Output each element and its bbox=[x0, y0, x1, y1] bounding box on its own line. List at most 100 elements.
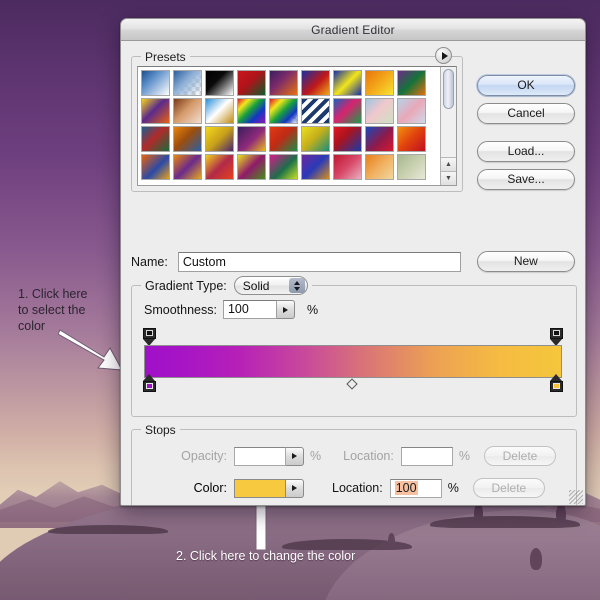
stops-group: Stops Opacity: % Location: % Delete bbox=[131, 429, 577, 506]
preset-swatch-copper[interactable] bbox=[173, 98, 202, 124]
name-row: Name: Custom New bbox=[131, 251, 577, 272]
preset-swatch-black-white[interactable] bbox=[205, 70, 234, 96]
tree-2 bbox=[474, 504, 483, 522]
name-label: Name: bbox=[131, 255, 168, 269]
preset-swatch-pastel-pink[interactable] bbox=[365, 98, 394, 124]
preset-swatch-orange-blue[interactable] bbox=[173, 126, 202, 152]
ok-button[interactable]: OK bbox=[477, 75, 575, 96]
opacity-stop-left[interactable] bbox=[143, 328, 156, 346]
scrollbar-track[interactable] bbox=[441, 67, 456, 157]
presets-legend: Presets bbox=[141, 50, 190, 64]
preset-swatch-orange-blue-row4[interactable] bbox=[141, 154, 170, 180]
smoothness-unit: % bbox=[307, 303, 318, 317]
dialog-title: Gradient Editor bbox=[311, 23, 395, 37]
dialog-titlebar[interactable]: Gradient Editor bbox=[121, 19, 585, 41]
color-label: Color: bbox=[132, 481, 234, 495]
desktop-background: 1. Click here to select the color 2. Cli… bbox=[0, 0, 600, 600]
resize-grip[interactable] bbox=[569, 490, 583, 504]
gradient-type-select[interactable]: Solid bbox=[234, 276, 308, 295]
color-stop-left[interactable] bbox=[143, 374, 156, 392]
preset-swatch-yellow-teal[interactable] bbox=[301, 126, 330, 152]
name-input[interactable]: Custom bbox=[178, 252, 461, 272]
load-button[interactable]: Load... bbox=[477, 141, 575, 162]
presets-frame: ▲ ▼ bbox=[137, 66, 457, 186]
opacity-delete-button[interactable]: Delete bbox=[484, 446, 556, 466]
dialog-body: Presets ▲ ▼ OK bbox=[121, 41, 585, 506]
opacity-stop-left-square bbox=[143, 328, 156, 339]
preset-swatch-pastel-blue[interactable] bbox=[397, 98, 426, 124]
color-stop-row: Color: Location: 100 % Delete bbox=[132, 478, 578, 498]
annotation-one-line3: color bbox=[18, 318, 128, 334]
preset-swatch-blue-white[interactable] bbox=[141, 70, 170, 96]
preset-swatch-yellow-green-row4[interactable] bbox=[237, 154, 266, 180]
color-stop-left-square bbox=[143, 381, 156, 392]
stepper-icon[interactable] bbox=[289, 278, 305, 293]
preset-swatch-orange-red[interactable] bbox=[397, 126, 426, 152]
gradient-midpoint-marker[interactable] bbox=[346, 378, 357, 389]
preset-swatch-violet-green-orange[interactable] bbox=[397, 70, 426, 96]
preset-swatch-red-green[interactable] bbox=[237, 70, 266, 96]
preset-swatch-orange-violet[interactable] bbox=[173, 154, 202, 180]
preset-swatch-grid[interactable] bbox=[138, 67, 440, 185]
color-swatch-button[interactable] bbox=[234, 479, 286, 498]
save-button[interactable]: Save... bbox=[477, 169, 575, 190]
smoothness-row: Smoothness: 100 % bbox=[144, 300, 318, 319]
opacity-label: Opacity: bbox=[132, 449, 234, 463]
preset-swatch-red-green2[interactable] bbox=[269, 126, 298, 152]
cancel-button[interactable]: Cancel bbox=[477, 103, 575, 124]
color-stop-right[interactable] bbox=[550, 374, 563, 392]
scrollbar-thumb[interactable] bbox=[443, 69, 454, 109]
preset-swatch-spectrum[interactable] bbox=[237, 98, 266, 124]
preset-swatch-rainbow-transparent[interactable] bbox=[269, 98, 298, 124]
opacity-stop-right[interactable] bbox=[550, 328, 563, 346]
preset-swatch-sage-pale[interactable] bbox=[397, 154, 426, 180]
preset-swatch-violet-pink[interactable] bbox=[237, 126, 266, 152]
opacity-location-label: Location: bbox=[343, 449, 394, 463]
scroll-up-button[interactable]: ▲ bbox=[441, 157, 456, 171]
opacity-location-input[interactable] bbox=[401, 447, 453, 466]
preset-swatch-teal-green[interactable] bbox=[141, 126, 170, 152]
gradient-fill bbox=[145, 346, 561, 377]
presets-scrollbar[interactable]: ▲ ▼ bbox=[440, 67, 456, 185]
smoothness-input[interactable]: 100 bbox=[223, 300, 277, 319]
preset-swatch-yellow-violet-orange[interactable] bbox=[141, 98, 170, 124]
opacity-unit: % bbox=[310, 449, 321, 463]
gradient-type-label: Gradient Type: bbox=[145, 279, 227, 293]
color-popup-button[interactable] bbox=[286, 479, 304, 498]
annotation-one-line1: 1. Click here bbox=[18, 286, 128, 302]
opacity-input[interactable] bbox=[234, 447, 286, 466]
preset-swatch-magenta-green[interactable] bbox=[269, 154, 298, 180]
smoothness-label: Smoothness: bbox=[144, 303, 217, 317]
preset-swatch-blue-gold[interactable] bbox=[205, 98, 234, 124]
triangle-right-icon bbox=[292, 485, 297, 491]
color-stop-right-square bbox=[550, 381, 563, 392]
gradient-editor-dialog: Gradient Editor Presets ▲ ▼ bbox=[120, 18, 586, 506]
preset-swatch-red-blue[interactable] bbox=[333, 126, 362, 152]
preset-swatch-violet-blue-row4[interactable] bbox=[301, 154, 330, 180]
color-delete-button[interactable]: Delete bbox=[473, 478, 545, 498]
preset-swatch-navy-stripes[interactable] bbox=[301, 98, 330, 124]
dialog-action-buttons: OK Cancel Load... Save... bbox=[477, 75, 575, 197]
annotation-one: 1. Click here to select the color bbox=[18, 286, 128, 334]
opacity-popup-button[interactable] bbox=[286, 447, 304, 466]
preset-swatch-orange-pale[interactable] bbox=[365, 154, 394, 180]
color-location-input[interactable]: 100 bbox=[390, 479, 442, 498]
chevron-up-icon bbox=[294, 281, 300, 285]
preset-swatch-violet-orange[interactable] bbox=[269, 70, 298, 96]
preset-swatch-yellow-violet[interactable] bbox=[205, 126, 234, 152]
new-button[interactable]: New bbox=[477, 251, 575, 272]
preset-swatch-blue-red2[interactable] bbox=[365, 126, 394, 152]
preset-swatch-blue-pink-green[interactable] bbox=[333, 98, 362, 124]
gradient-bar[interactable] bbox=[144, 345, 562, 378]
presets-menu-icon[interactable] bbox=[435, 47, 452, 64]
preset-swatch-blue-transparent[interactable] bbox=[173, 70, 202, 96]
preset-swatch-orange-yellow[interactable] bbox=[365, 70, 394, 96]
preset-swatch-yellow-red-row4[interactable] bbox=[205, 154, 234, 180]
preset-swatch-blue-red-yellow[interactable] bbox=[301, 70, 330, 96]
scroll-down-button[interactable]: ▼ bbox=[441, 171, 456, 185]
triangle-right-icon bbox=[283, 307, 288, 313]
smoothness-popup-button[interactable] bbox=[277, 300, 295, 319]
preset-swatch-blue-yellow-blue[interactable] bbox=[333, 70, 362, 96]
preset-swatch-red-pink-row4[interactable] bbox=[333, 154, 362, 180]
color-stop-right-point bbox=[550, 374, 562, 381]
